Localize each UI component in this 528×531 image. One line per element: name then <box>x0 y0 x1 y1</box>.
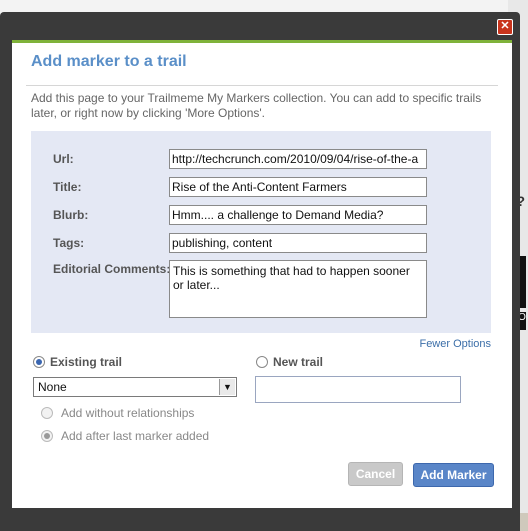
tags-field[interactable]: publishing, content <box>169 233 427 253</box>
url-label: Url: <box>53 152 74 166</box>
after-last-marker-radio[interactable] <box>41 430 53 442</box>
blurb-label: Blurb: <box>53 208 89 222</box>
without-relationships-radio[interactable] <box>41 407 53 419</box>
existing-trail-label: Existing trail <box>50 355 123 369</box>
comments-textarea[interactable]: This is something that had to happen soo… <box>169 260 427 318</box>
comments-label: Editorial Comments: <box>53 262 171 276</box>
without-relationships-label: Add without relationships <box>61 406 195 420</box>
close-icon[interactable]: ✕ <box>497 19 513 35</box>
blurb-field[interactable]: Hmm.... a challenge to Demand Media? <box>169 205 427 225</box>
title-label: Title: <box>53 180 82 194</box>
existing-trail-select[interactable]: None ▼ <box>33 377 237 397</box>
new-trail-radio[interactable] <box>256 356 268 368</box>
new-trail-label: New trail <box>273 355 324 369</box>
add-marker-dialog: Add marker to a trail Add this page to y… <box>12 40 512 508</box>
new-trail-input[interactable] <box>255 376 461 403</box>
after-last-marker-label: Add after last marker added <box>61 429 210 443</box>
title-field[interactable]: Rise of the Anti-Content Farmers <box>169 177 427 197</box>
chevron-down-icon[interactable]: ▼ <box>219 379 235 395</box>
existing-trail-radio[interactable] <box>33 356 45 368</box>
url-field[interactable]: http://techcrunch.com/2010/09/04/rise-of… <box>169 149 427 169</box>
title-divider <box>26 85 498 86</box>
add-marker-button[interactable]: Add Marker <box>413 463 494 487</box>
fewer-options-link[interactable]: Fewer Options <box>419 338 491 350</box>
tags-label: Tags: <box>53 236 85 250</box>
dialog-intro: Add this page to your Trailmeme My Marke… <box>31 91 482 120</box>
marker-form-panel: Url: http://techcrunch.com/2010/09/04/ri… <box>31 131 491 333</box>
existing-trail-selected: None <box>38 380 67 394</box>
cancel-button[interactable]: Cancel <box>348 462 403 486</box>
dialog-title: Add marker to a trail <box>31 53 187 70</box>
